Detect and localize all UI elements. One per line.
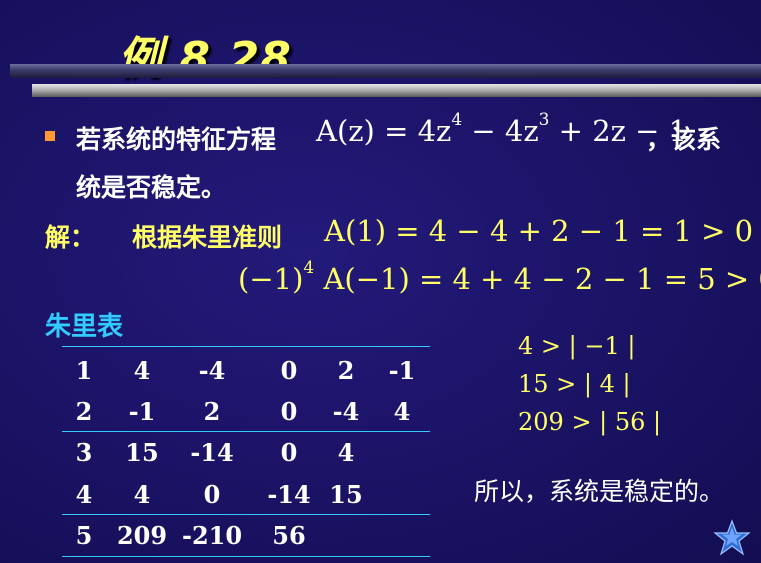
table-cell: -4 [332, 397, 360, 426]
table-cell: 0 [280, 397, 298, 426]
inequality-2: 15 > | 4 | [518, 370, 631, 398]
table-row-index: 5 [75, 521, 93, 550]
table-cell: -14 [190, 438, 234, 467]
table-line-2 [62, 431, 430, 432]
table-row-index: 3 [75, 438, 93, 467]
table-cell: 209 [116, 521, 168, 550]
table-cell: 15 [329, 480, 363, 509]
table-cell: 4 [337, 438, 355, 467]
table-cell: -1 [388, 356, 416, 385]
conclusion-text: 所以，系统是稳定的。 [474, 477, 725, 506]
solution-label: 解： [45, 223, 96, 252]
title-bar-dark [10, 64, 761, 78]
table-cell: 4 [133, 356, 151, 385]
inequality-1: 4 > | −1 | [518, 332, 636, 360]
table-line-3 [62, 514, 430, 515]
bullet-square-icon [45, 131, 55, 141]
table-cell: -210 [182, 521, 243, 550]
table-row-index: 4 [75, 480, 93, 509]
inequality-3: 209 > | 56 | [518, 408, 662, 436]
table-cell: 4 [133, 480, 151, 509]
table-cell: -14 [267, 480, 311, 509]
table-cell: 0 [280, 438, 298, 467]
problem-text-3: 统是否稳定。 [76, 173, 227, 202]
table-line-top [62, 346, 430, 347]
equation-a1: A(1) = 4 − 4 + 2 − 1 = 1 > 0 [324, 214, 754, 248]
table-cell: 56 [272, 521, 306, 550]
jury-table-heading: 朱里表 [45, 312, 124, 342]
table-cell: 2 [203, 397, 221, 426]
table-cell: 0 [280, 356, 298, 385]
table-row-index: 2 [75, 397, 93, 426]
table-cell: -1 [128, 397, 156, 426]
table-line-bottom [62, 556, 430, 557]
star-nav-icon[interactable] [713, 519, 751, 557]
problem-text-2: ，该系 [646, 125, 722, 154]
table-row-index: 1 [75, 356, 93, 385]
table-cell: 4 [393, 397, 411, 426]
criterion-text: 根据朱里准则 [132, 223, 283, 252]
table-cell: 0 [203, 480, 221, 509]
problem-text-1: 若系统的特征方程 [76, 125, 277, 154]
equation-a-minus1: (−1)4 A(−1) = 4 + 4 − 2 − 1 = 5 > 0 [238, 258, 761, 296]
table-cell: -4 [198, 356, 226, 385]
table-cell: 15 [125, 438, 159, 467]
table-cell: 2 [337, 356, 355, 385]
characteristic-equation: A(z) = 4z4 − 4z3 + 2z − 1 [316, 110, 688, 148]
title-bar-silver [32, 84, 761, 97]
